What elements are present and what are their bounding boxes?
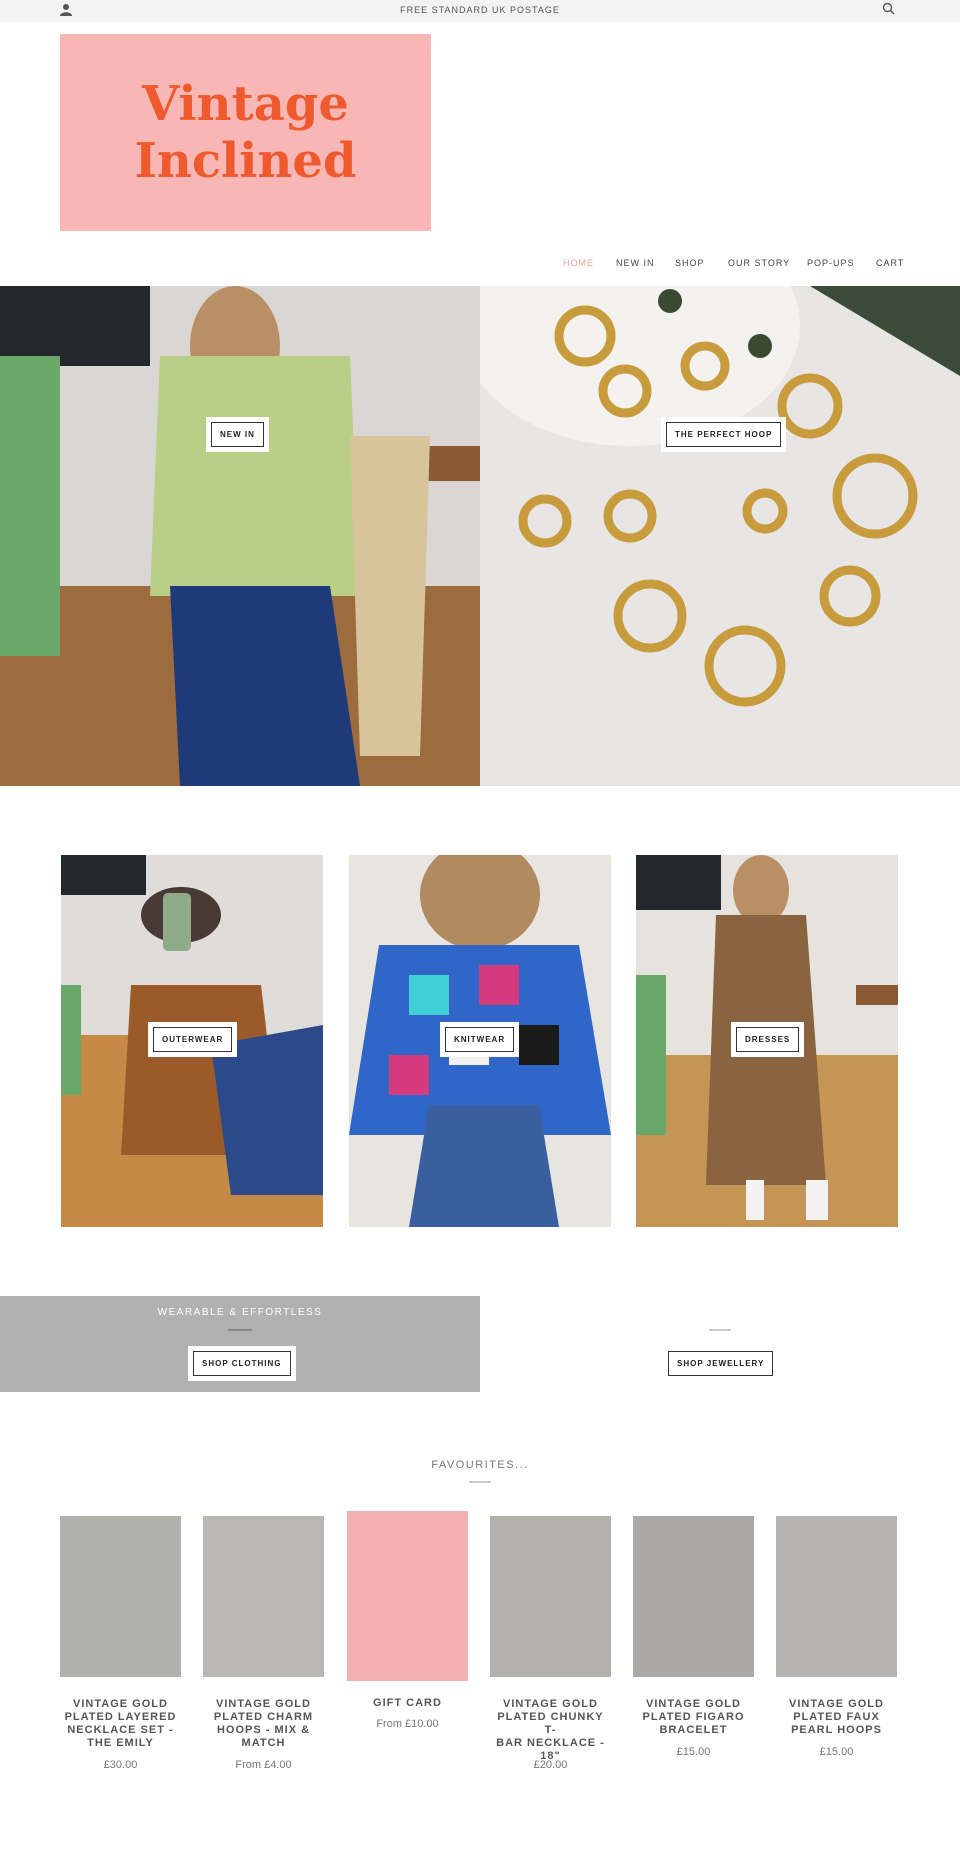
product-title-line: HOOPS - MIX & — [216, 1724, 311, 1736]
product-image[interactable] — [203, 1516, 324, 1677]
nav-pop-ups[interactable]: POP-UPS — [807, 258, 855, 268]
hero-new-in-label: NEW IN — [211, 422, 264, 447]
hero-new-in-image — [0, 286, 480, 786]
category-knitwear-button[interactable]: KNITWEAR — [440, 1022, 520, 1057]
product-price: £20.00 — [533, 1759, 568, 1771]
shop-clothing-button[interactable]: SHOP CLOTHING — [188, 1346, 296, 1381]
product-title-line: GIFT CARD — [373, 1697, 442, 1709]
shop-clothing-label: SHOP CLOTHING — [193, 1351, 291, 1376]
category-outerwear-label: OUTERWEAR — [153, 1027, 233, 1052]
logo-text-line2: Inclined — [134, 133, 357, 189]
product-title[interactable]: VINTAGE GOLD PLATED CHARM HOOPS - MIX & … — [203, 1698, 324, 1750]
category-dresses-label: DRESSES — [736, 1027, 800, 1052]
category-dresses-button[interactable]: DRESSES — [731, 1022, 805, 1057]
product-title-line: BRACELET — [659, 1724, 728, 1736]
product-title-line: PLATED LAYERED — [64, 1711, 177, 1723]
nav-new-in[interactable]: NEW IN — [616, 258, 655, 268]
product-image[interactable] — [347, 1511, 468, 1681]
product-price: £30.00 — [103, 1759, 138, 1771]
shop-jewellery-button[interactable]: SHOP JEWELLERY — [668, 1346, 774, 1381]
product-price: From £10.00 — [376, 1718, 439, 1730]
hero-new-in-button[interactable]: NEW IN — [206, 417, 269, 452]
nav-our-story[interactable]: OUR STORY — [728, 258, 790, 268]
product-price: From £4.00 — [235, 1759, 292, 1771]
product-image[interactable] — [633, 1516, 754, 1677]
favourites-title: FAVOURITES... — [431, 1459, 529, 1471]
product-title-line: VINTAGE GOLD — [503, 1698, 598, 1710]
product-image[interactable] — [776, 1516, 897, 1677]
product-image[interactable] — [60, 1516, 181, 1677]
search-icon[interactable] — [882, 2, 895, 15]
product-price: £15.00 — [819, 1746, 854, 1758]
product-title-line: PLATED FIGARO — [642, 1711, 745, 1723]
product-image[interactable] — [490, 1516, 611, 1677]
product-title[interactable]: VINTAGE GOLD PLATED LAYERED NECKLACE SET… — [60, 1698, 181, 1750]
product-title-line: BAR NECKLACE - — [496, 1737, 605, 1749]
product-title-line: THE EMILY — [87, 1737, 154, 1749]
shop-jewellery-label: SHOP JEWELLERY — [668, 1351, 774, 1376]
product-title-line: VINTAGE GOLD — [216, 1698, 311, 1710]
category-outerwear-button[interactable]: OUTERWEAR — [148, 1022, 238, 1057]
product-title-line: MATCH — [241, 1737, 286, 1749]
product-title-line: NECKLACE SET - — [67, 1724, 174, 1736]
favourites-divider — [469, 1481, 491, 1483]
product-title[interactable]: VINTAGE GOLD PLATED FAUX PEARL HOOPS — [776, 1698, 897, 1737]
hero-perfect-hoop-label: THE PERFECT HOOP — [666, 422, 782, 447]
product-title-line: PEARL HOOPS — [791, 1724, 882, 1736]
nav-shop[interactable]: SHOP — [675, 258, 705, 268]
logo-text-line1: Vintage — [142, 76, 349, 132]
product-title-line: VINTAGE GOLD — [646, 1698, 741, 1710]
user-icon[interactable] — [60, 3, 72, 16]
category-knitwear-label: KNITWEAR — [445, 1027, 515, 1052]
hero-perfect-hoop-button[interactable]: THE PERFECT HOOP — [661, 417, 787, 452]
clothing-banner-heading: WEARABLE & EFFORTLESS — [157, 1307, 323, 1318]
jewellery-banner-divider — [709, 1329, 731, 1331]
nav-home[interactable]: HOME — [563, 258, 594, 268]
product-title[interactable]: GIFT CARD — [347, 1697, 468, 1710]
product-title[interactable]: VINTAGE GOLD PLATED CHUNKY T- BAR NECKLA… — [490, 1698, 611, 1763]
hero-perfect-hoop-image — [480, 286, 960, 786]
product-title-line: PLATED CHUNKY T- — [497, 1711, 604, 1736]
announcement-text: FREE STANDARD UK POSTAGE — [400, 5, 560, 15]
product-title-line: VINTAGE GOLD — [789, 1698, 884, 1710]
site-logo[interactable]: Vintage Inclined — [60, 34, 431, 231]
product-title-line: PLATED CHARM — [213, 1711, 314, 1723]
product-price: £15.00 — [676, 1746, 711, 1758]
nav-cart[interactable]: CART — [876, 258, 904, 268]
product-title-line: PLATED FAUX — [793, 1711, 880, 1723]
clothing-banner-divider — [228, 1329, 252, 1331]
hero-new-in-tile[interactable] — [0, 286, 480, 786]
hero-perfect-hoop-tile[interactable] — [480, 286, 960, 786]
product-title-line: VINTAGE GOLD — [73, 1698, 168, 1710]
product-title[interactable]: VINTAGE GOLD PLATED FIGARO BRACELET — [633, 1698, 754, 1737]
